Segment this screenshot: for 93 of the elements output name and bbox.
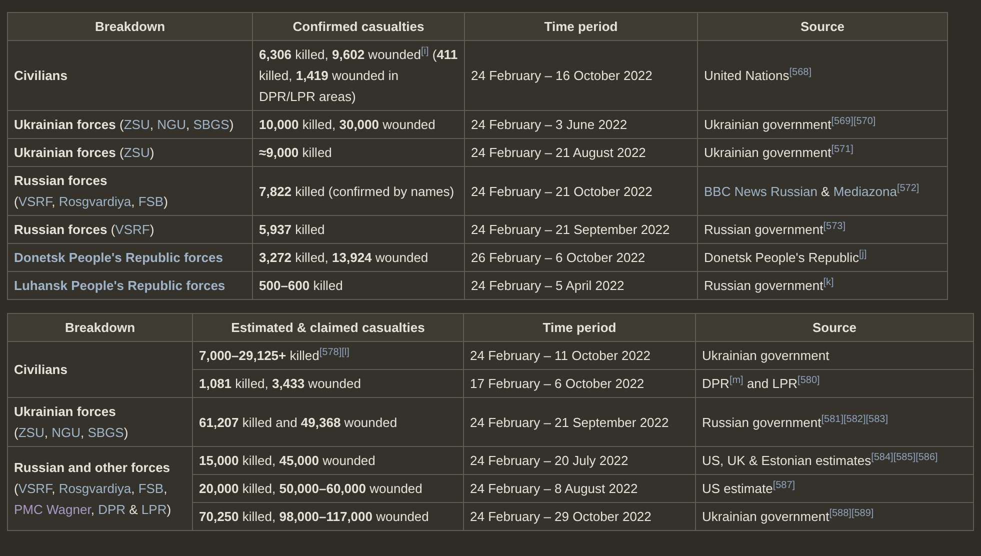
reference-link[interactable]: [587]: [772, 480, 796, 491]
table-cell: 6,306 killed, 9,602 wounded$^{[i]}$ (411 killed, 1,419 wounded in DPR/LPR areas): [252, 40, 464, 110]
column-header: Confirmed casualties: [252, 12, 464, 40]
table-cell: 24 February – 16 October 2022: [464, 40, 698, 110]
reference-link[interactable]: [586]: [916, 452, 938, 463]
table-cell: Russian forces (VSRF, Rosgvardiya, FSB): [8, 166, 252, 216]
link[interactable]: FSB: [138, 481, 164, 496]
table-cell: 24 February – 21 September 2022: [464, 216, 698, 244]
link[interactable]: SBGS: [193, 117, 230, 132]
link[interactable]: Donetsk People's Republic forces: [14, 250, 223, 265]
reference-link[interactable]: [585]: [893, 452, 916, 463]
reference-link[interactable]: [584]: [871, 452, 894, 463]
table-cell: US estimate$^{[587]}$: [696, 474, 974, 502]
reference-link[interactable]: [570]: [853, 116, 876, 127]
table-cell: 5,937 killed: [252, 216, 464, 244]
reference-link[interactable]: [l]: [342, 347, 350, 358]
link[interactable]: ZSU: [18, 425, 44, 440]
table-cell: 3,272 killed, 13,924 wounded: [252, 244, 464, 272]
link[interactable]: LPR: [141, 502, 167, 517]
link[interactable]: SBGS: [88, 425, 124, 440]
reference-link[interactable]: [569]: [831, 116, 854, 127]
table-cell: Ukrainian forces (ZSU, NGU, SBGS): [8, 398, 192, 446]
column-header: Breakdown: [8, 314, 192, 342]
reference-link[interactable]: [578]: [319, 347, 342, 358]
table-cell: 24 February – 3 June 2022: [464, 110, 698, 138]
table-cell: 500–600 killed: [252, 272, 464, 300]
reference-link[interactable]: [580]: [798, 375, 820, 386]
link[interactable]: DPR: [98, 502, 126, 517]
reference-link[interactable]: [j]: [858, 249, 867, 260]
reference-link[interactable]: [588]: [829, 508, 852, 519]
reference-link[interactable]: [581]: [821, 414, 844, 424]
table-cell: Civilians: [8, 40, 252, 110]
table-cell: Civilians: [8, 342, 192, 398]
link[interactable]: VSRF: [18, 194, 52, 209]
link[interactable]: BBC News Russian: [704, 184, 818, 198]
table-cell: 15,000 killed, 45,000 wounded: [192, 446, 464, 474]
table-cell: 26 February – 6 October 2022: [464, 244, 698, 272]
table-cell: DPR$^{[m]}$ and LPR$^{[580]}$: [696, 370, 974, 398]
table-cell: 1,081 killed, 3,433 wounded: [192, 370, 464, 398]
link[interactable]: FSB: [138, 194, 164, 209]
reference-link[interactable]: [m]: [729, 375, 744, 386]
table-cell: ≈9,000 killed: [252, 138, 464, 166]
table-cell: 17 February – 6 October 2022: [464, 370, 696, 398]
link[interactable]: ZSU: [124, 145, 150, 160]
table-cell: Russian government$^{[573]}$: [698, 216, 948, 244]
link[interactable]: Luhansk People's Republic forces: [14, 278, 226, 293]
reference-link[interactable]: [589]: [851, 508, 874, 519]
table-cell: United Nations$^{[568]}$: [698, 40, 948, 110]
table-cell: 24 February – 5 April 2022: [464, 272, 698, 300]
table-cell: Russian forces (VSRF): [8, 216, 252, 244]
table-cell: 20,000 killed, 50,000–60,000 wounded: [192, 474, 464, 502]
link[interactable]: Rosgvardiya: [58, 194, 132, 209]
reference-link[interactable]: [572]: [896, 182, 920, 194]
column-header: Time period: [464, 12, 698, 40]
reference-link[interactable]: [582]: [843, 414, 866, 424]
table-cell: 24 February – 20 July 2022: [464, 446, 696, 474]
reference-link[interactable]: [573]: [823, 221, 846, 232]
table-cell: Ukrainian forces (ZSU): [8, 138, 252, 166]
table-cell: 24 February – 29 October 2022: [464, 502, 696, 530]
table-cell: Donetsk People's Republic$^{[j]}$: [698, 244, 948, 272]
table-cell: Russian and other forces (VSRF, Rosgvardiya, FSB, PMC Wagner, DPR & LPR): [8, 446, 192, 530]
column-header: Breakdown: [8, 12, 252, 40]
table-cell: 61,207 killed and 49,368 wounded: [192, 398, 464, 446]
reference-link[interactable]: [568]: [789, 67, 812, 78]
column-header: Source: [696, 314, 974, 342]
table-cell: 24 February – 21 October 2022: [464, 166, 698, 216]
table-cell: 24 February – 21 August 2022: [464, 138, 698, 166]
column-header: Source: [698, 12, 948, 40]
link[interactable]: ZSU: [124, 117, 150, 132]
table-cell: BBC News Russian & Mediazona$^{[572]}$: [698, 166, 948, 216]
table-cell: 70,250 killed, 98,000–117,000 wounded: [192, 502, 464, 530]
table-cell: 24 February – 8 August 2022: [464, 474, 696, 502]
link[interactable]: Rosgvardiya: [58, 481, 132, 496]
table-cell: 24 February – 11 October 2022: [464, 342, 696, 370]
table-cell: Ukrainian government$^{[571]}$: [698, 138, 948, 166]
reference-link[interactable]: [i]: [420, 46, 429, 57]
table-cell: Russian government$^{[k]}$: [698, 272, 948, 300]
reference-link[interactable]: [583]: [866, 414, 888, 424]
link[interactable]: VSRF: [18, 481, 52, 496]
link[interactable]: NGU: [157, 117, 186, 132]
link[interactable]: VSRF: [115, 222, 150, 237]
reference-link[interactable]: [k]: [823, 277, 834, 288]
link[interactable]: NGU: [52, 425, 80, 440]
link[interactable]: Mediazona: [833, 184, 897, 198]
table-cell: 7,822 killed (confirmed by names): [252, 166, 464, 216]
table-cell: Ukrainian forces (ZSU, NGU, SBGS): [8, 110, 252, 138]
column-header: Estimated & claimed casualties: [192, 314, 464, 342]
table-cell: Ukrainian government: [696, 342, 974, 370]
table-cell: 10,000 killed, 30,000 wounded: [252, 110, 464, 138]
link[interactable]: PMC Wagner: [14, 502, 91, 517]
reference-link[interactable]: [571]: [831, 144, 854, 155]
column-header: Time period: [464, 314, 696, 342]
table-cell: 24 February – 21 September 2022: [464, 398, 696, 446]
